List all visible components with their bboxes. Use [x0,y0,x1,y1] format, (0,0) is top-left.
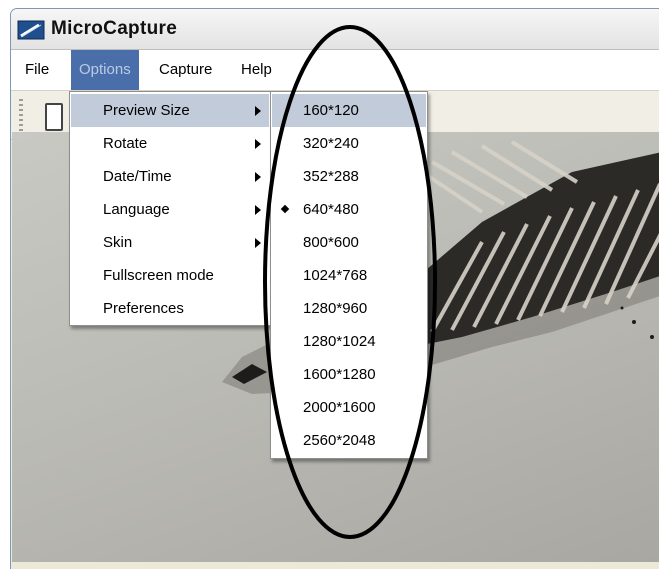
title-bar[interactable]: MicroCapture [11,9,659,50]
menu-item-label: Skin [103,234,133,251]
menu-bar: File Options Capture Help [11,50,659,91]
size-option-label: 800*600 [303,234,359,251]
menu-item-date-time[interactable]: Date/Time [71,160,269,193]
size-option-label: 320*240 [303,135,359,152]
toolbar-grip[interactable] [19,99,23,131]
menu-item-label: Preferences [103,300,184,317]
size-option-2000x1600[interactable]: 2000*1600 [272,391,426,424]
toolbar-button-icon[interactable] [45,103,63,131]
menu-item-label: Language [103,201,170,218]
size-option-label: 1280*960 [303,300,368,317]
menu-item-preview-size[interactable]: Preview Size [71,94,269,127]
size-option-640x480[interactable]: 640*480 [272,193,426,226]
size-option-1280x960[interactable]: 1280*960 [272,292,426,325]
size-option-label: 352*288 [303,168,359,185]
menu-item-label: Fullscreen mode [103,267,214,284]
size-option-label: 1600*1280 [303,366,376,383]
size-option-label: 640*480 [303,201,359,218]
size-option-2560x2048[interactable]: 2560*2048 [272,424,426,457]
menu-capture[interactable]: Capture [151,50,220,90]
microscope-app-icon [17,20,45,40]
size-option-1280x1024[interactable]: 1280*1024 [272,325,426,358]
selected-bullet-icon [280,204,290,214]
menu-item-language[interactable]: Language [71,193,269,226]
size-option-label: 2560*2048 [303,432,376,449]
options-dropdown: Preview Size Rotate Date/Time Language S… [69,91,271,326]
menu-options[interactable]: Options [71,50,139,90]
menu-item-fullscreen-mode[interactable]: Fullscreen mode [71,259,269,292]
size-option-352x288[interactable]: 352*288 [272,160,426,193]
menu-item-rotate[interactable]: Rotate [71,127,269,160]
size-option-1600x1280[interactable]: 1600*1280 [272,358,426,391]
size-option-label: 160*120 [303,102,359,119]
size-option-1024x768[interactable]: 1024*768 [272,259,426,292]
menu-item-label: Preview Size [103,102,190,119]
menu-item-label: Date/Time [103,168,172,185]
size-option-320x240[interactable]: 320*240 [272,127,426,160]
menu-item-skin[interactable]: Skin [71,226,269,259]
size-option-label: 1024*768 [303,267,368,284]
submenu-arrow-icon [255,106,261,116]
window-title: MicroCapture [51,18,178,39]
submenu-arrow-icon [255,139,261,149]
menu-item-preferences[interactable]: Preferences [71,292,269,325]
size-option-label: 2000*1600 [303,399,376,416]
menu-file[interactable]: File [17,50,57,90]
menu-help[interactable]: Help [233,50,280,90]
menu-item-label: Rotate [103,135,148,152]
size-option-800x600[interactable]: 800*600 [272,226,426,259]
size-option-160x120[interactable]: 160*120 [272,94,426,127]
submenu-arrow-icon [255,172,261,182]
preview-size-submenu: 160*120 320*240 352*288 640*480 800*600 … [270,91,428,459]
submenu-arrow-icon [255,238,261,248]
size-option-label: 1280*1024 [303,333,376,350]
submenu-arrow-icon [255,205,261,215]
